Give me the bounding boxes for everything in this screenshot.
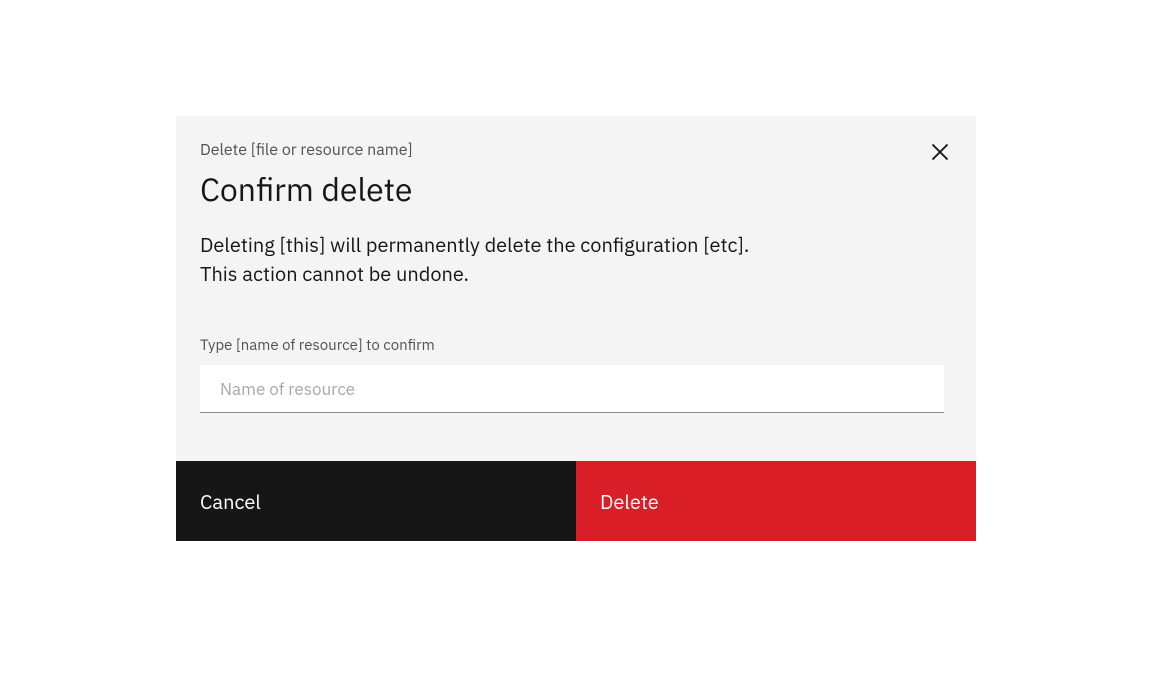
modal-body: Deleting [this] will permanently delete …	[176, 230, 976, 461]
modal-title: Confirm delete	[200, 168, 952, 210]
cancel-button[interactable]: Cancel	[176, 461, 576, 541]
delete-button[interactable]: Delete	[576, 461, 976, 541]
modal-header: Delete [file or resource name] Confirm d…	[176, 116, 976, 210]
modal-footer: Cancel Delete	[176, 461, 976, 541]
modal-label: Delete [file or resource name]	[200, 140, 952, 160]
delete-confirmation-modal: Delete [file or resource name] Confirm d…	[176, 116, 976, 541]
confirm-input-label: Type [name of resource] to confirm	[200, 336, 952, 355]
close-button[interactable]	[928, 140, 952, 164]
confirm-resource-input[interactable]	[200, 365, 944, 413]
modal-description: Deleting [this] will permanently delete …	[200, 230, 760, 288]
close-icon	[930, 142, 950, 162]
